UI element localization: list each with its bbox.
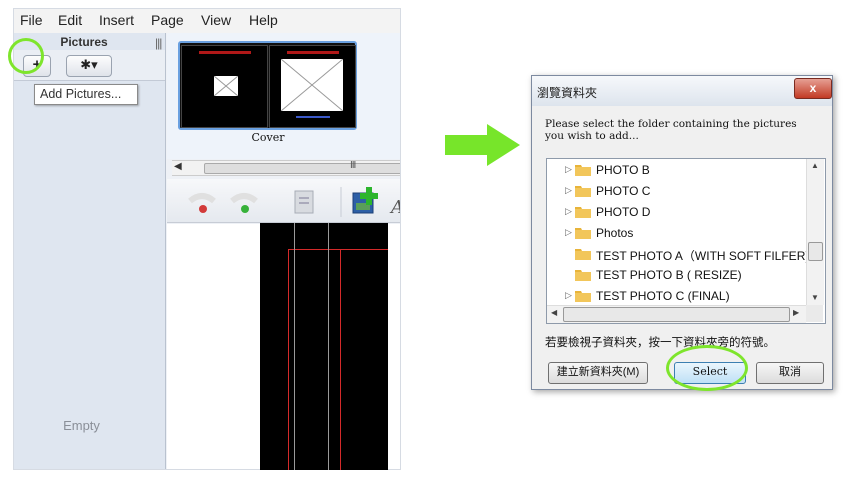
subfolder-hint: 若要檢視子資料夾，按一下資料夾旁的符號。 bbox=[545, 337, 775, 349]
menu-view[interactable]: View bbox=[201, 12, 231, 28]
title-placeholder bbox=[199, 51, 251, 54]
add-button-highlight-circle bbox=[8, 38, 44, 74]
scroll-left-icon[interactable]: ◀ bbox=[174, 161, 182, 172]
new-folder-button[interactable]: 建立新資料夾(M) bbox=[548, 362, 648, 384]
rotate-right-icon[interactable] bbox=[230, 193, 258, 213]
cover-label: Cover bbox=[251, 131, 285, 144]
folder-icon bbox=[575, 186, 591, 197]
browse-folder-dialog: 瀏覽資料夾 x Please select the folder contain… bbox=[531, 75, 833, 390]
panel-grip[interactable]: ||| bbox=[155, 36, 162, 50]
select-button-highlight-circle bbox=[666, 345, 748, 391]
pages-scroll-thumb[interactable] bbox=[204, 163, 400, 174]
folder-icon bbox=[575, 207, 591, 218]
close-button[interactable]: x bbox=[794, 78, 832, 99]
image-placeholder-icon bbox=[214, 76, 238, 96]
tree-item[interactable]: ▷ TEST PHOTO C (FINAL) bbox=[547, 286, 805, 307]
expand-arrow-icon[interactable]: ▷ bbox=[565, 206, 572, 217]
add-page-icon[interactable] bbox=[352, 187, 378, 214]
image-placeholder-icon bbox=[281, 59, 343, 111]
page-canvas-spread[interactable] bbox=[260, 223, 388, 470]
dialog-title: 瀏覽資料夾 bbox=[537, 86, 598, 100]
folder-icon bbox=[575, 270, 591, 281]
scroll-up-icon[interactable]: ▲ bbox=[811, 161, 819, 170]
settings-dropdown-button[interactable]: ✱▾ bbox=[66, 55, 112, 77]
toolbar-icons: A bbox=[188, 187, 401, 218]
tree-vertical-scroll-thumb[interactable] bbox=[808, 242, 823, 261]
folder-icon bbox=[575, 228, 591, 239]
cancel-button[interactable]: 取消 bbox=[756, 362, 824, 384]
margin-guide bbox=[288, 249, 289, 470]
svg-text:A: A bbox=[389, 197, 401, 218]
cover-page-thumbnail[interactable] bbox=[178, 41, 357, 130]
tree-horizontal-scroll-thumb[interactable] bbox=[563, 307, 790, 322]
page-icon[interactable] bbox=[294, 190, 314, 214]
cover-right-page bbox=[269, 45, 356, 128]
tree-item[interactable]: ▷ PHOTO D bbox=[547, 202, 805, 223]
text-tool-icon[interactable]: A bbox=[389, 197, 401, 218]
tree-item[interactable]: TEST PHOTO A（WITH SOFT FILFER) bbox=[547, 244, 809, 265]
menu-edit[interactable]: Edit bbox=[58, 12, 82, 28]
tree-vertical-scrollbar[interactable] bbox=[806, 159, 824, 305]
tree-item[interactable]: ▷ Photos bbox=[547, 223, 805, 244]
dialog-titlebar: 瀏覽資料夾 x bbox=[532, 76, 832, 106]
tree-item[interactable]: TEST PHOTO B ( RESIZE) bbox=[547, 265, 805, 286]
expand-arrow-icon[interactable]: ▷ bbox=[565, 227, 572, 238]
menu-page[interactable]: Page bbox=[151, 12, 184, 28]
spine-guide bbox=[328, 223, 329, 470]
tree-item-label: PHOTO D bbox=[596, 205, 651, 219]
tree-item-label: PHOTO B bbox=[596, 163, 650, 177]
scroll-right-icon[interactable]: ▶ bbox=[793, 308, 799, 317]
dialog-body: Please select the folder containing the … bbox=[532, 106, 832, 389]
expand-arrow-icon[interactable]: ▷ bbox=[565, 164, 572, 175]
caption-placeholder bbox=[296, 116, 330, 118]
margin-guide bbox=[340, 249, 341, 470]
rotate-left-icon[interactable] bbox=[188, 193, 216, 213]
scroll-left-icon[interactable]: ◀ bbox=[551, 308, 557, 317]
folder-icon bbox=[575, 249, 591, 260]
scroll-down-icon[interactable]: ▼ bbox=[811, 293, 819, 302]
tree-item-label: TEST PHOTO C (FINAL) bbox=[596, 289, 730, 303]
folder-icon bbox=[575, 165, 591, 176]
tree-item-label: TEST PHOTO A（WITH SOFT FILFER) bbox=[596, 249, 810, 263]
scroll-grip: III bbox=[350, 160, 356, 171]
scrollbar-corner bbox=[806, 305, 823, 322]
folder-icon bbox=[575, 291, 591, 302]
folder-tree[interactable]: ▷ PHOTO B ▷ PHOTO C ▷ PHOTO D ▷ Photos T… bbox=[546, 158, 826, 324]
menu-help[interactable]: Help bbox=[249, 12, 278, 28]
edit-toolbar: A bbox=[167, 179, 401, 223]
tree-item[interactable]: ▷ PHOTO C bbox=[547, 181, 805, 202]
cover-left-page bbox=[181, 45, 268, 128]
arrow-right-icon bbox=[445, 124, 520, 166]
expand-arrow-icon[interactable]: ▷ bbox=[565, 185, 572, 196]
empty-label: Empty bbox=[63, 418, 100, 433]
tree-item-label: TEST PHOTO B ( RESIZE) bbox=[596, 268, 742, 282]
menu-insert[interactable]: Insert bbox=[99, 12, 134, 28]
menu-file[interactable]: File bbox=[20, 12, 43, 28]
tree-item-label: Photos bbox=[596, 226, 634, 240]
menu-bar: File Edit Insert Page View Help bbox=[14, 9, 400, 33]
expand-arrow-icon[interactable]: ▷ bbox=[565, 290, 572, 301]
title-placeholder bbox=[287, 51, 339, 54]
margin-guide bbox=[288, 249, 388, 250]
bleed-guide bbox=[294, 223, 295, 470]
tree-item-label: PHOTO C bbox=[596, 184, 651, 198]
dialog-instruction: Please select the folder containing the … bbox=[545, 118, 797, 142]
tree-item[interactable]: ▷ PHOTO B bbox=[547, 160, 805, 181]
add-pictures-tooltip: Add Pictures... bbox=[34, 84, 138, 105]
